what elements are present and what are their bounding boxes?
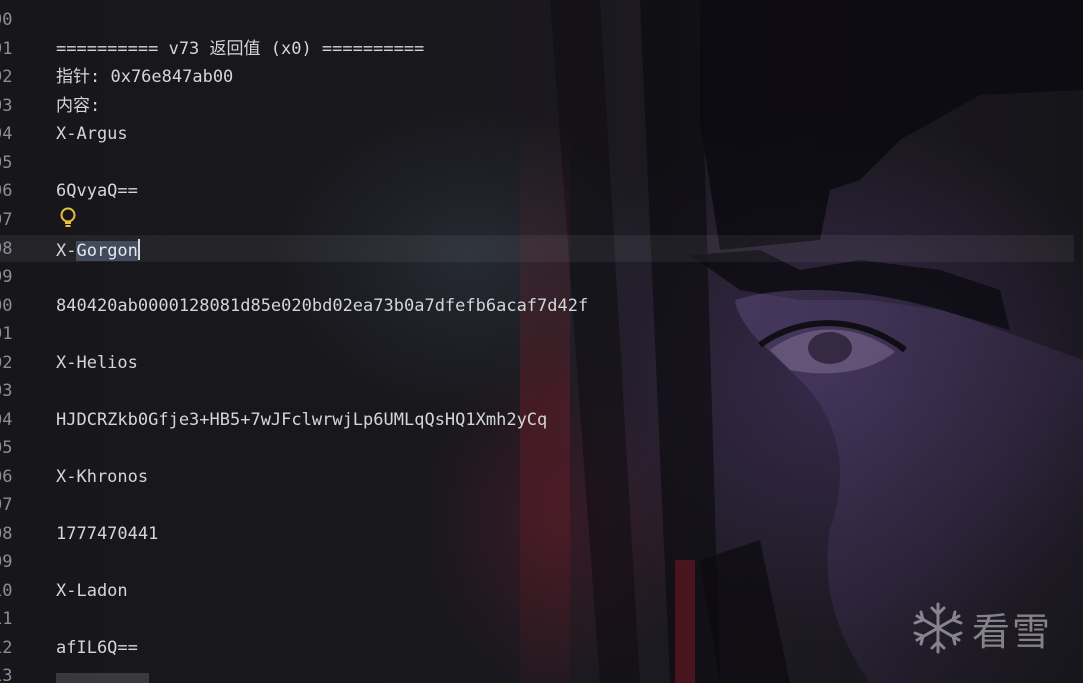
- code-line[interactable]: 内容:: [56, 96, 100, 116]
- line-number: 09: [0, 552, 13, 572]
- line-number: 90: [0, 10, 13, 30]
- line-prefix-text: X-: [56, 241, 77, 261]
- line-number: 94: [0, 124, 13, 144]
- line-number: 91: [0, 39, 13, 59]
- line-number: 08: [0, 524, 13, 544]
- line-number: 11: [0, 609, 13, 629]
- line-number: 92: [0, 67, 13, 87]
- background-artwork: [520, 0, 1083, 683]
- code-line[interactable]: X-Helios: [56, 353, 138, 373]
- line-number: 02: [0, 353, 13, 373]
- code-line[interactable]: HJDCRZkb0Gfje3+HB5+7wJFclwrwjLp6UMLqQsHQ…: [56, 410, 547, 430]
- code-line[interactable]: X-Khronos: [56, 467, 148, 487]
- code-line[interactable]: X-Argus: [56, 124, 128, 144]
- line-number: 05: [0, 438, 13, 458]
- line-number: 98: [0, 239, 13, 259]
- line-number: 03: [0, 381, 13, 401]
- bottom-panel-tab[interactable]: [56, 673, 149, 683]
- text-cursor: [137, 239, 140, 260]
- line-number: 00: [0, 296, 13, 316]
- line-number: 93: [0, 96, 13, 116]
- line-number: 13: [0, 666, 13, 683]
- code-line[interactable]: afIL6Q==: [56, 638, 138, 658]
- watermark: 看雪: [910, 600, 1052, 656]
- code-line[interactable]: 1777470441: [56, 524, 158, 544]
- snowflake-logo-icon: [913, 602, 963, 654]
- watermark-text: 看雪: [972, 609, 1053, 654]
- line-number: 99: [0, 267, 13, 287]
- line-number: 10: [0, 581, 13, 601]
- line-number: 06: [0, 467, 13, 487]
- selected-text[interactable]: Gorgon: [76, 241, 138, 261]
- line-number: 97: [0, 210, 13, 230]
- line-number: 07: [0, 495, 13, 515]
- current-line-highlight: [0, 235, 1074, 262]
- text-editor[interactable]: 90 91 92 93 94 95 96 97 98 99 00 01 02 0…: [0, 0, 1083, 683]
- line-number: 96: [0, 181, 13, 201]
- line-number: 01: [0, 324, 13, 344]
- line-number: 04: [0, 410, 13, 430]
- code-line[interactable]: 指针: 0x76e847ab00: [56, 67, 233, 87]
- code-line[interactable]: X-Ladon: [56, 581, 128, 601]
- line-number: 12: [0, 638, 13, 658]
- code-line[interactable]: ========== v73 返回值 (x0) ==========: [56, 39, 424, 59]
- code-line-current[interactable]: X-Gorgon: [56, 239, 140, 261]
- line-number: 95: [0, 153, 13, 173]
- code-line[interactable]: 6QvyaQ==: [56, 181, 138, 201]
- code-line[interactable]: 840420ab0000128081d85e020bd02ea73b0a7dfe…: [56, 296, 588, 316]
- lightbulb-icon[interactable]: [58, 206, 80, 230]
